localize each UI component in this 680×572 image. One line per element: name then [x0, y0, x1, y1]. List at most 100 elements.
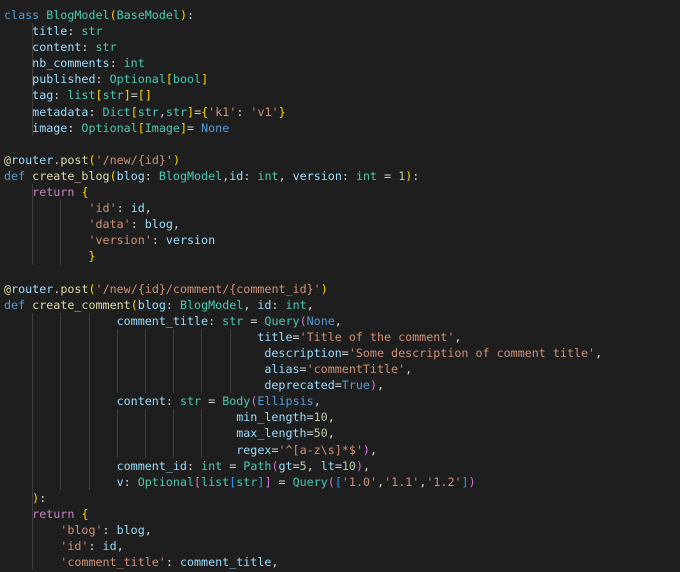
indent-guide	[88, 425, 90, 442]
indent-guide	[32, 441, 34, 458]
code-token: ,	[144, 201, 152, 216]
code-token: description	[264, 345, 342, 360]
code-token: :	[102, 523, 117, 537]
code-line: content: str = Body(Ellipsis,	[0, 393, 680, 410]
indent-guide	[32, 328, 34, 345]
code-token: 10	[341, 458, 356, 473]
code-token: Dict	[102, 104, 131, 119]
indent-guide	[229, 377, 231, 394]
code-token: :	[341, 168, 356, 183]
indent-guide	[32, 344, 34, 362]
indent-guide	[145, 361, 146, 378]
code-token: :	[88, 104, 103, 119]
code-token: version	[292, 168, 342, 183]
code-line: @router.post('/new/{id}')	[0, 152, 680, 168]
code-token: ]	[179, 120, 187, 135]
code-token: create_comment	[32, 297, 131, 312]
indent-guide	[60, 216, 62, 233]
code-token: create_blog	[32, 168, 110, 183]
code-token: :	[81, 40, 96, 55]
code-token: [	[95, 88, 103, 103]
code-token: :	[53, 88, 68, 103]
code-token: nb_comments	[32, 56, 110, 71]
indent-guide	[32, 505, 34, 522]
code-token: [	[137, 88, 145, 103]
code-token: 'Title of the comment'	[299, 329, 455, 344]
code-token: ,	[306, 458, 321, 473]
code-line: v: Optional[list[str]] = Query(['1.0','1…	[0, 473, 680, 490]
code-line: 'data': blog,	[0, 216, 680, 233]
code-token: gt	[278, 458, 293, 473]
code-token: =	[306, 410, 314, 425]
code-token: [	[334, 474, 342, 489]
code-token: regex	[236, 442, 272, 457]
code-editor[interactable]: class BlogModel(BaseModel): title: str c…	[0, 0, 680, 572]
code-token: id	[130, 201, 145, 216]
code-token: :	[151, 233, 166, 248]
indent-guide	[116, 409, 118, 426]
code-token: BaseModel	[116, 8, 180, 22]
indent-guide	[88, 441, 90, 458]
code-token: str	[95, 40, 117, 55]
indent-guide	[88, 344, 90, 362]
indent-guide	[145, 409, 146, 426]
indent-guide	[173, 441, 175, 458]
indent-guide	[88, 328, 90, 345]
code-token: :	[271, 297, 286, 312]
code-token: :	[144, 168, 159, 183]
code-token: Image	[144, 120, 180, 135]
code-token: version	[165, 233, 216, 248]
indent-guide	[60, 409, 62, 426]
code-line: image: Optional[Image]= None	[0, 119, 680, 136]
indent-guide	[173, 344, 175, 362]
code-token: :	[67, 120, 82, 135]
code-token: )	[355, 458, 363, 473]
indent-guide	[173, 409, 175, 426]
indent-guide	[60, 425, 62, 442]
indent-guide	[201, 328, 203, 345]
code-token: ]	[123, 88, 131, 103]
code-line: title='Title of the comment',	[0, 328, 680, 345]
indent-guide	[145, 344, 146, 362]
indent-guide	[32, 489, 34, 506]
code-line: 'blog': blog,	[0, 522, 680, 539]
indent-guide	[201, 441, 203, 458]
code-token: Path	[243, 458, 272, 473]
code-token: =	[271, 474, 293, 489]
indent-guide	[60, 361, 62, 378]
code-line: metadata: Dict[str,str]={'k1': 'v1'}	[0, 103, 680, 120]
code-token: metadata	[32, 104, 89, 119]
code-line: 'id': id,	[0, 538, 680, 555]
code-line: class BlogModel(BaseModel):	[0, 7, 680, 23]
code-area[interactable]: class BlogModel(BaseModel): title: str c…	[0, 7, 680, 571]
code-token: ,	[405, 362, 413, 377]
code-token: =	[334, 378, 342, 393]
code-token: int	[355, 168, 378, 183]
code-token: ,	[144, 523, 152, 537]
code-token: :	[109, 56, 124, 71]
code-token: 'id'	[88, 201, 117, 216]
code-token: Optional	[109, 72, 166, 87]
indent-guide	[32, 39, 34, 56]
code-line: 'comment_title': comment_title,	[0, 554, 680, 571]
code-token: :	[412, 168, 420, 183]
indent-guide	[32, 377, 34, 394]
indent-guide	[32, 393, 34, 410]
code-token: blog	[137, 297, 166, 312]
indent-guide	[60, 200, 62, 217]
code-token: Body	[222, 394, 251, 409]
code-token: :	[186, 458, 202, 473]
code-token: ,	[334, 313, 342, 328]
code-token: True	[341, 378, 370, 393]
code-line: tag: list[str]=[]	[0, 87, 680, 104]
code-token: :	[165, 555, 180, 570]
indent-guide	[32, 248, 34, 265]
indent-guide	[116, 344, 118, 362]
